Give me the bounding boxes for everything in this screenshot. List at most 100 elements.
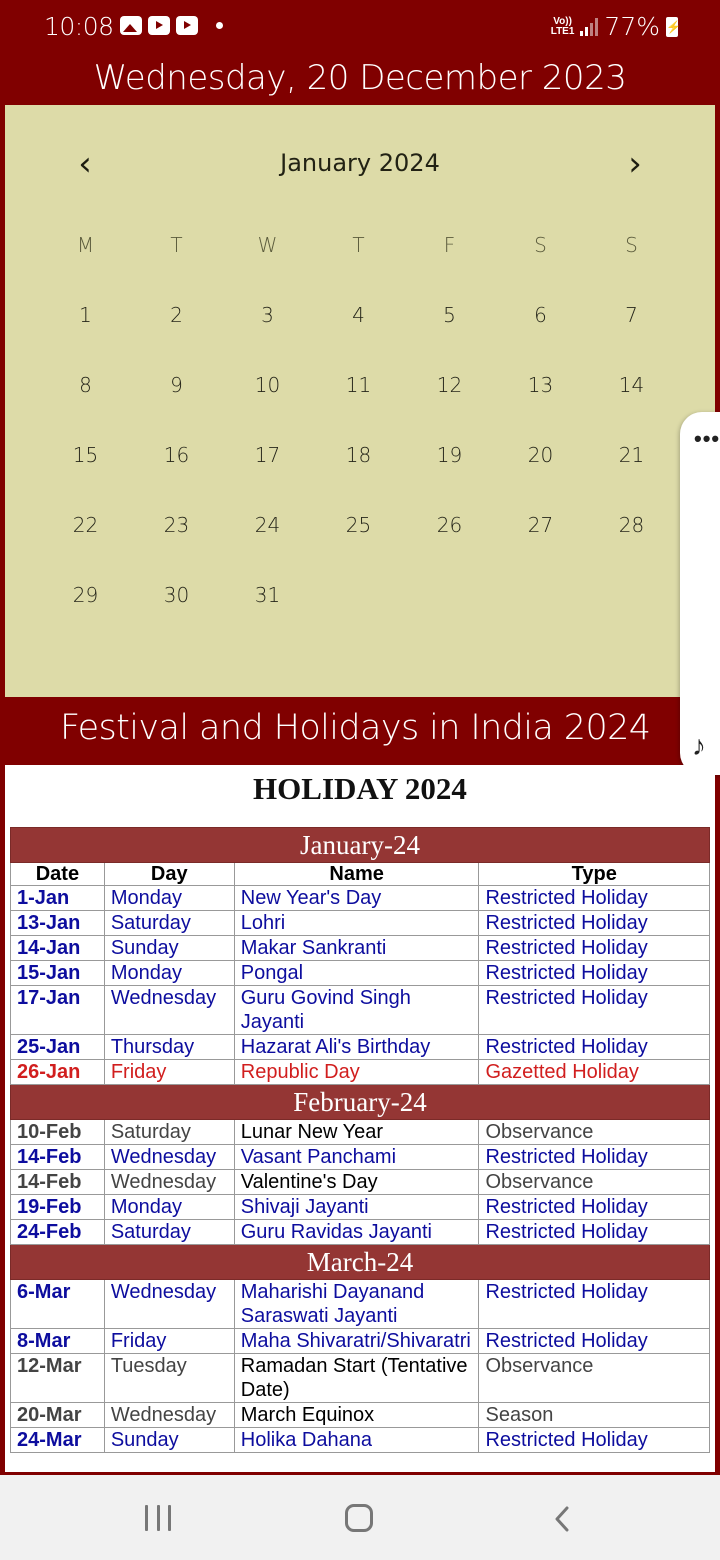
holiday-list-image: HOLIDAY 2024 January-24 Date Day Name Type 1-… <box>5 765 715 1472</box>
notification-icons <box>120 16 223 35</box>
holiday-type: Observance <box>478 1119 710 1145</box>
calendar-day[interactable]: 8 <box>40 350 131 420</box>
month-header: January-24 <box>10 827 710 863</box>
calendar-day[interactable]: 5 <box>404 280 495 350</box>
weekday-header: M <box>76 233 95 257</box>
calendar-day[interactable]: 23 <box>131 490 222 560</box>
calendar-day[interactable]: 20 <box>495 420 586 490</box>
holiday-row: 14-Feb Wednesday Valentine's Day Observance <box>10 1169 710 1195</box>
next-month-button[interactable]: › <box>615 145 655 185</box>
calendar-day[interactable]: 3 <box>222 280 313 350</box>
holiday-name: Holika Dahana <box>233 1427 480 1453</box>
holiday-day: Monday <box>103 1194 235 1220</box>
current-date-title: Wednesday, 20 December 2023 <box>93 58 627 98</box>
holiday-day: Thursday <box>103 1034 235 1060</box>
holiday-date: 12-Mar <box>10 1353 105 1403</box>
holiday-day: Sunday <box>103 935 235 961</box>
home-button[interactable] <box>345 1504 373 1532</box>
holiday-row: 14-Feb Wednesday Vasant Panchami Restricted… <box>10 1144 710 1170</box>
holiday-day: Wednesday <box>103 1169 235 1195</box>
holiday-type: Restricted Holiday <box>478 1219 710 1245</box>
weekday-header: T <box>170 233 183 257</box>
holiday-type: Restricted Holiday <box>478 960 710 986</box>
battery-percent: 77% <box>604 12 660 41</box>
calendar-day[interactable]: 6 <box>495 280 586 350</box>
calendar-day[interactable]: 30 <box>131 560 222 630</box>
back-chevron-icon <box>555 1506 569 1532</box>
calendar-day[interactable]: 29 <box>40 560 131 630</box>
back-button[interactable] <box>548 1504 578 1534</box>
month-header-row: March-24 <box>10 1244 710 1280</box>
calendar-day[interactable]: 9 <box>131 350 222 420</box>
holiday-date: 24-Mar <box>10 1427 105 1453</box>
column-header: Date <box>10 862 105 886</box>
status-right: Vo)) LTE1 77% <box>551 12 681 41</box>
calendar-day[interactable]: 27 <box>495 490 586 560</box>
weekday-header: S <box>625 233 638 257</box>
holiday-type: Restricted Holiday <box>478 985 710 1035</box>
holiday-row: 19-Feb Monday Shivaji Jayanti Restricted Ho… <box>10 1194 710 1220</box>
holiday-date: 14-Feb <box>10 1144 105 1170</box>
holiday-type: Observance <box>478 1169 710 1195</box>
recent-apps-button[interactable] <box>145 1505 171 1531</box>
holiday-row: 26-Jan Friday Republic Day Gazetted Holiday <box>10 1059 710 1085</box>
status-bar: 10:08 Vo)) LTE1 77% <box>0 0 720 55</box>
holiday-name: Vasant Panchami <box>233 1144 480 1170</box>
holiday-name: Maharishi Dayanand Saraswati Jayanti <box>233 1279 480 1329</box>
calendar-day[interactable]: 13 <box>495 350 586 420</box>
holiday-row: 17-Jan Wednesday Guru Govind Singh Jayanti… <box>10 985 710 1035</box>
holiday-date: 6-Mar <box>10 1279 105 1329</box>
holiday-name: Guru Ravidas Jayanti <box>233 1219 480 1245</box>
calendar-day[interactable]: 10 <box>222 350 313 420</box>
youtube-icon <box>148 16 170 35</box>
calendar-day[interactable]: 28 <box>586 490 677 560</box>
more-options-icon[interactable]: ••• <box>694 428 720 450</box>
calendar-day[interactable]: 19 <box>404 420 495 490</box>
holiday-day: Friday <box>103 1059 235 1085</box>
calendar-day[interactable]: 15 <box>40 420 131 490</box>
chevron-right-icon: › <box>628 144 642 184</box>
calendar-day[interactable]: 1 <box>40 280 131 350</box>
holiday-name: Hazarat Ali's Birthday <box>233 1034 480 1060</box>
calendar-day[interactable]: 2 <box>131 280 222 350</box>
calendar-month-label: January 2024 <box>280 149 440 177</box>
holiday-day: Wednesday <box>103 1144 235 1170</box>
holiday-row: 13-Jan Saturday Lohri Restricted Holiday <box>10 910 710 936</box>
calendar-day[interactable]: 24 <box>222 490 313 560</box>
calendar-day[interactable]: 31 <box>222 560 313 630</box>
column-header: Name <box>233 862 480 886</box>
holiday-name: March Equinox <box>233 1402 480 1428</box>
holiday-date: 14-Jan <box>10 935 105 961</box>
month-calendar: ‹ January 2024 › M T W T F S S 1 2 3 4 5 6 7 8 9 10 11 12 1… <box>5 105 715 697</box>
holiday-date: 14-Feb <box>10 1169 105 1195</box>
system-navigation-bar <box>0 1475 720 1560</box>
more-notifications-dot-icon <box>216 22 223 29</box>
holiday-row: 14-Jan Sunday Makar Sankranti Restricted Ho… <box>10 935 710 961</box>
calendar-day[interactable]: 25 <box>313 490 404 560</box>
calendar-day[interactable]: 17 <box>222 420 313 490</box>
gallery-icon <box>120 16 142 35</box>
calendar-day[interactable]: 7 <box>586 280 677 350</box>
holiday-date: 20-Mar <box>10 1402 105 1428</box>
holiday-day: Wednesday <box>103 1279 235 1329</box>
holiday-date: 10-Feb <box>10 1119 105 1145</box>
calendar-day[interactable]: 12 <box>404 350 495 420</box>
holiday-name: Lunar New Year <box>233 1119 480 1145</box>
recent-apps-icon <box>145 1505 148 1531</box>
holiday-name: New Year's Day <box>233 885 480 911</box>
volte-label: Vo)) <box>553 15 572 27</box>
weekday-header: S <box>534 233 547 257</box>
holiday-date: 24-Feb <box>10 1219 105 1245</box>
calendar-day[interactable]: 22 <box>40 490 131 560</box>
calendar-day[interactable]: 18 <box>313 420 404 490</box>
calendar-grid: M T W T F S S 1 2 3 4 5 6 7 8 9 10 11 12 13 14 15 16 17 18 19 20 21… <box>40 210 677 630</box>
holiday-type: Restricted Holiday <box>478 935 710 961</box>
calendar-day[interactable]: 14 <box>586 350 677 420</box>
month-header-row: January-24 <box>10 827 710 863</box>
calendar-day[interactable]: 4 <box>313 280 404 350</box>
calendar-day[interactable]: 11 <box>313 350 404 420</box>
calendar-day[interactable]: 26 <box>404 490 495 560</box>
calendar-day[interactable]: 16 <box>131 420 222 490</box>
calendar-day[interactable]: 21 <box>586 420 677 490</box>
holiday-type: Restricted Holiday <box>478 910 710 936</box>
